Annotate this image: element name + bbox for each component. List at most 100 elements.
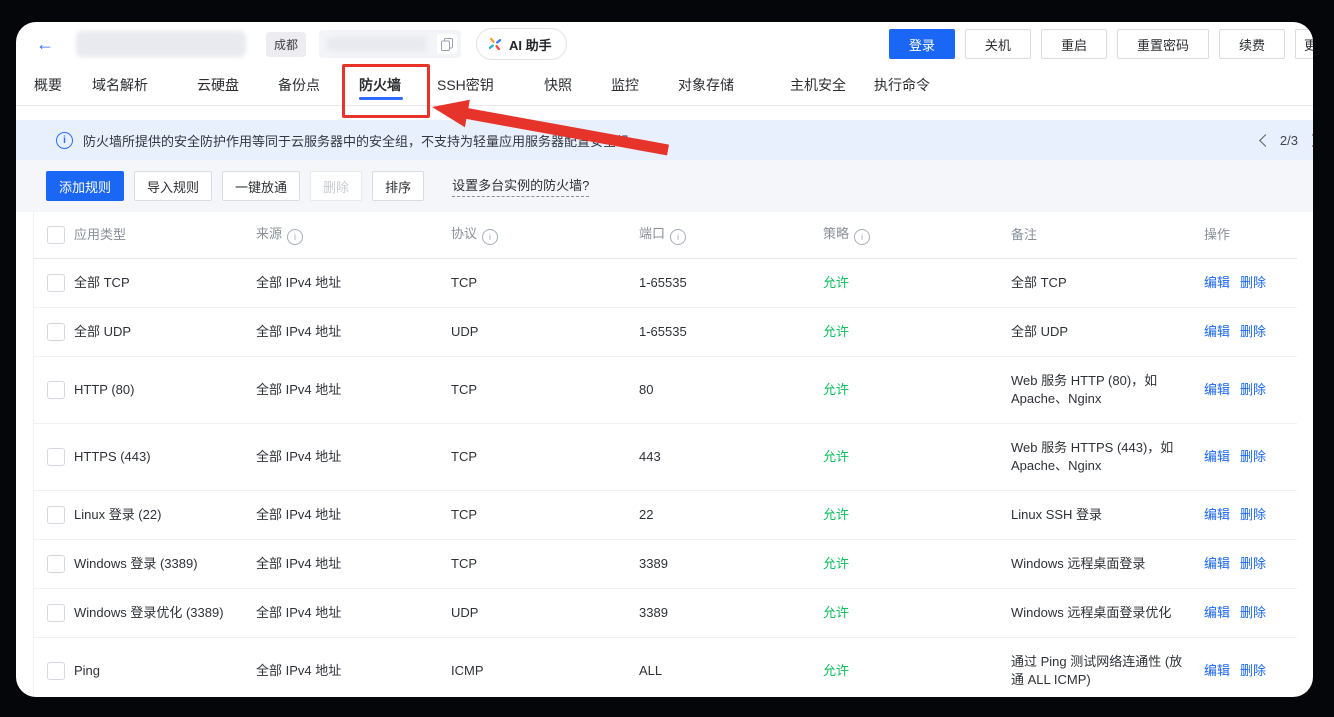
- cell-protocol: UDP: [451, 308, 639, 356]
- tab-对象存储[interactable]: 对象存储: [678, 66, 734, 104]
- header-action-重启[interactable]: 重启: [1041, 29, 1107, 59]
- cell-remark: Web 服务 HTTP (80)，如 Apache、Nginx: [1011, 357, 1204, 423]
- row-action-删除[interactable]: 删除: [1240, 324, 1266, 339]
- row-action-删除[interactable]: 删除: [1240, 663, 1266, 678]
- header-action-登录[interactable]: 登录: [889, 29, 955, 59]
- row-action-编辑[interactable]: 编辑: [1204, 556, 1230, 571]
- cell-app-type: Linux 登录 (22): [74, 491, 256, 539]
- multi-instance-firewall-link[interactable]: 设置多台实例的防火墙?: [452, 175, 589, 197]
- firewall-rules-table: 应用类型来源i协议i端口i策略i备注操作 全部 TCP 全部 IPv4 地址 T…: [33, 212, 1297, 697]
- cell-port: 80: [639, 366, 823, 414]
- row-action-编辑[interactable]: 编辑: [1204, 663, 1230, 678]
- row-action-删除[interactable]: 删除: [1240, 449, 1266, 464]
- header-action-续费[interactable]: 续费: [1219, 29, 1285, 59]
- tab-执行命令[interactable]: 执行命令: [874, 66, 930, 104]
- cell-source: 全部 IPv4 地址: [256, 491, 451, 539]
- instance-address-field: [319, 30, 461, 58]
- tab-概要[interactable]: 概要: [34, 66, 62, 104]
- table-body: 全部 TCP 全部 IPv4 地址 TCP 1-65535 允许 全部 TCP …: [34, 259, 1297, 697]
- cell-port: 443: [639, 433, 823, 481]
- column-header-操作: 操作: [1204, 213, 1297, 257]
- cell-policy: 允许: [823, 491, 1011, 539]
- header-action-更多[interactable]: 更多: [1295, 29, 1313, 59]
- row-action-编辑[interactable]: 编辑: [1204, 382, 1230, 397]
- toolbar-排序-button[interactable]: 排序: [372, 171, 424, 201]
- row-action-删除[interactable]: 删除: [1240, 556, 1266, 571]
- header-action-重置密码[interactable]: 重置密码: [1117, 29, 1209, 59]
- cell-protocol: TCP: [451, 433, 639, 481]
- column-header-协议: 协议i: [451, 212, 639, 258]
- toolbar-导入规则-button[interactable]: 导入规则: [134, 171, 212, 201]
- cell-remark: 全部 TCP: [1011, 259, 1204, 307]
- instance-name-redacted: [76, 31, 246, 57]
- row-checkbox[interactable]: [47, 448, 65, 466]
- row-action-删除[interactable]: 删除: [1240, 275, 1266, 290]
- cell-port: 3389: [639, 589, 823, 637]
- tab-bar: 概要域名解析 云硬盘 备份点 防火墙 SSH密钥 快照 监控 对象存储 主机安全执行命令: [16, 66, 1313, 106]
- row-checkbox[interactable]: [47, 274, 65, 292]
- row-action-编辑[interactable]: 编辑: [1204, 275, 1230, 290]
- tab-监控[interactable]: 监控: [611, 66, 639, 104]
- row-checkbox[interactable]: [47, 381, 65, 399]
- cell-remark: Windows 远程桌面登录优化: [1011, 589, 1204, 637]
- toolbar-删除-button[interactable]: 删除: [310, 171, 362, 201]
- cell-source: 全部 IPv4 地址: [256, 647, 451, 695]
- cell-protocol: TCP: [451, 366, 639, 414]
- cell-app-type: Windows 登录 (3389): [74, 540, 256, 588]
- banner-text: 防火墙所提供的安全防护作用等同于云服务器中的安全组，不支持为轻量应用服务器配置安…: [83, 131, 642, 150]
- row-checkbox[interactable]: [47, 506, 65, 524]
- row-action-删除[interactable]: 删除: [1240, 605, 1266, 620]
- tab-快照[interactable]: 快照: [544, 66, 572, 104]
- cell-source: 全部 IPv4 地址: [256, 589, 451, 637]
- cell-policy: 允许: [823, 540, 1011, 588]
- back-arrow-icon[interactable]: ←: [36, 35, 54, 53]
- tab-域名解析[interactable]: 域名解析: [92, 66, 148, 104]
- row-checkbox[interactable]: [47, 323, 65, 341]
- cell-source: 全部 IPv4 地址: [256, 259, 451, 307]
- row-checkbox[interactable]: [47, 662, 65, 680]
- tab-备份点[interactable]: 备份点: [278, 66, 320, 104]
- toolbar-添加规则-button[interactable]: 添加规则: [46, 171, 124, 201]
- cell-actions: 编辑删除: [1204, 433, 1297, 481]
- row-checkbox[interactable]: [47, 555, 65, 573]
- ai-sparkle-icon: [487, 36, 503, 52]
- row-action-删除[interactable]: 删除: [1240, 507, 1266, 522]
- ai-assistant-button[interactable]: AI 助手: [476, 28, 567, 60]
- column-header-端口: 端口i: [639, 212, 823, 258]
- copy-icon[interactable]: [437, 34, 457, 54]
- cell-port: 1-65535: [639, 308, 823, 356]
- pager-prev-icon[interactable]: [1259, 134, 1272, 147]
- cell-port: 1-65535: [639, 259, 823, 307]
- tab-主机安全[interactable]: 主机安全: [790, 66, 846, 104]
- cell-app-type: Ping: [74, 647, 256, 695]
- tab-云硬盘[interactable]: 云硬盘: [197, 66, 239, 104]
- cell-source: 全部 IPv4 地址: [256, 433, 451, 481]
- cell-app-type: HTTP (80): [74, 366, 256, 414]
- row-action-编辑[interactable]: 编辑: [1204, 507, 1230, 522]
- header-action-关机[interactable]: 关机: [965, 29, 1031, 59]
- select-all-checkbox[interactable]: [47, 226, 65, 244]
- row-checkbox[interactable]: [47, 604, 65, 622]
- 策略-info-icon[interactable]: i: [854, 229, 870, 245]
- row-action-编辑[interactable]: 编辑: [1204, 605, 1230, 620]
- table-row: Windows 登录 (3389) 全部 IPv4 地址 TCP 3389 允许…: [34, 540, 1297, 589]
- 协议-info-icon[interactable]: i: [482, 229, 498, 245]
- cell-policy: 允许: [823, 308, 1011, 356]
- tab-SSH密钥[interactable]: SSH密钥: [437, 66, 494, 104]
- row-action-编辑[interactable]: 编辑: [1204, 324, 1230, 339]
- cell-protocol: ICMP: [451, 647, 639, 695]
- toolbar-一键放通-button[interactable]: 一键放通: [222, 171, 300, 201]
- 端口-info-icon[interactable]: i: [670, 229, 686, 245]
- row-action-删除[interactable]: 删除: [1240, 382, 1266, 397]
- tab-防火墙[interactable]: 防火墙: [359, 66, 401, 104]
- cell-actions: 编辑删除: [1204, 366, 1297, 414]
- cell-actions: 编辑删除: [1204, 491, 1297, 539]
- 来源-info-icon[interactable]: i: [287, 229, 303, 245]
- table-row: Linux 登录 (22) 全部 IPv4 地址 TCP 22 允许 Linux…: [34, 491, 1297, 540]
- ai-assistant-label: AI 助手: [509, 35, 552, 54]
- pager-next-icon[interactable]: [1306, 134, 1313, 147]
- row-action-编辑[interactable]: 编辑: [1204, 449, 1230, 464]
- column-header-策略: 策略i: [823, 212, 1011, 258]
- pager-count: 2/3: [1280, 133, 1298, 148]
- cell-remark: 全部 UDP: [1011, 308, 1204, 356]
